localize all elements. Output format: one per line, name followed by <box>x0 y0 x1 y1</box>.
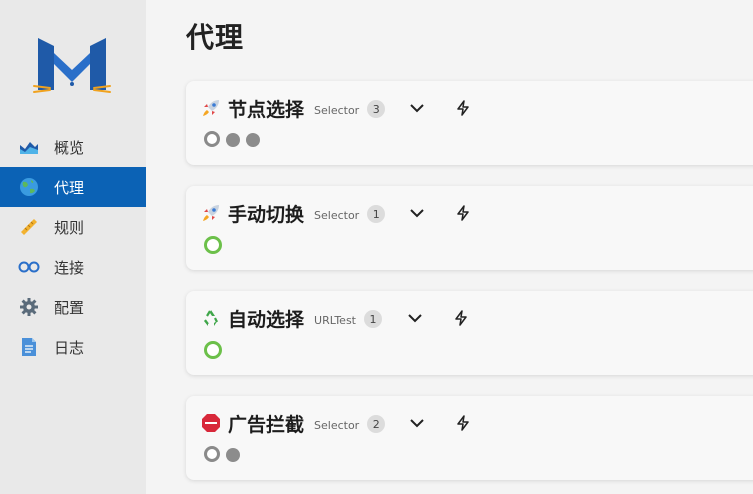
proxy-list <box>204 341 228 359</box>
expand-button[interactable] <box>404 410 430 436</box>
latency-test-button[interactable] <box>450 410 476 436</box>
sidebar-item-label: 代理 <box>54 178 85 197</box>
proxy-count-badge: 1 <box>364 310 382 328</box>
proxy-group-card: 节点选择 Selector 3 <box>186 81 753 165</box>
proxy-node-selected[interactable] <box>204 446 220 462</box>
gear-icon <box>18 296 40 318</box>
sidebar-item-rules[interactable]: 规则 <box>0 207 146 247</box>
sidebar-item-logs[interactable]: 日志 <box>0 327 146 367</box>
chevron-down-icon <box>410 103 424 112</box>
sidebar-item-label: 规则 <box>54 218 85 237</box>
sidebar: 概览 代理 规则 连接 配置 日志 <box>0 0 146 494</box>
proxy-node[interactable] <box>226 447 240 462</box>
proxy-group-card: 广告拦截 Selector 2 <box>186 396 753 480</box>
ruler-icon <box>18 216 40 238</box>
proxy-list <box>204 131 266 147</box>
proxy-count-badge: 2 <box>367 415 386 433</box>
proxy-node[interactable] <box>226 132 240 147</box>
proxy-group-name: 节点选择 <box>228 98 305 121</box>
proxy-node-selected[interactable] <box>204 341 222 359</box>
sidebar-item-label: 连接 <box>54 258 85 277</box>
latency-test-button[interactable] <box>448 305 474 331</box>
proxy-group-card: 自动选择 URLTest 1 <box>186 291 753 375</box>
proxy-group-type: URLTest <box>314 313 356 327</box>
proxy-group-card: 手动切换 Selector 1 <box>186 186 753 270</box>
latency-test-button[interactable] <box>450 200 476 226</box>
proxy-node-selected[interactable] <box>204 131 220 147</box>
proxy-list <box>204 236 228 254</box>
globe-icon <box>18 176 40 198</box>
sidebar-item-config[interactable]: 配置 <box>0 287 146 327</box>
proxy-count-badge: 3 <box>367 100 386 118</box>
link-icon <box>18 256 40 278</box>
main-content: 代理 节点选择 Selector 3 手动切换 Selector 1 自动选择 … <box>146 0 753 494</box>
proxy-node[interactable] <box>246 132 260 147</box>
stop-sign-icon <box>200 412 222 434</box>
proxy-group-name: 自动选择 <box>228 308 305 331</box>
proxy-count-badge: 1 <box>367 205 386 223</box>
page-title: 代理 <box>186 21 245 54</box>
chevron-down-icon <box>408 313 422 322</box>
proxy-group-name: 手动切换 <box>228 203 305 226</box>
recycle-icon <box>200 307 222 329</box>
sidebar-item-label: 概览 <box>54 138 85 157</box>
expand-button[interactable] <box>404 200 430 226</box>
expand-button[interactable] <box>404 95 430 121</box>
chart-icon <box>18 136 40 158</box>
proxy-group-name: 广告拦截 <box>228 413 305 436</box>
sidebar-item-label: 配置 <box>54 298 85 317</box>
sidebar-nav: 概览 代理 规则 连接 配置 日志 <box>0 127 146 367</box>
document-icon <box>18 336 40 358</box>
lightning-icon <box>455 310 467 326</box>
app-logo <box>32 30 112 102</box>
proxy-list <box>204 446 246 462</box>
proxy-group-type: Selector <box>314 418 360 432</box>
sidebar-item-label: 日志 <box>54 338 85 357</box>
chevron-down-icon <box>410 418 424 427</box>
proxy-group-type: Selector <box>314 208 360 222</box>
rocket-icon <box>200 202 222 224</box>
rocket-icon <box>200 97 222 119</box>
proxy-node-selected[interactable] <box>204 236 222 254</box>
lightning-icon <box>457 415 469 431</box>
expand-button[interactable] <box>402 305 428 331</box>
chevron-down-icon <box>410 208 424 217</box>
lightning-icon <box>457 205 469 221</box>
latency-test-button[interactable] <box>450 95 476 121</box>
sidebar-item-overview[interactable]: 概览 <box>0 127 146 167</box>
sidebar-item-connections[interactable]: 连接 <box>0 247 146 287</box>
proxy-group-type: Selector <box>314 103 360 117</box>
lightning-icon <box>457 100 469 116</box>
sidebar-item-proxies[interactable]: 代理 <box>0 167 146 207</box>
